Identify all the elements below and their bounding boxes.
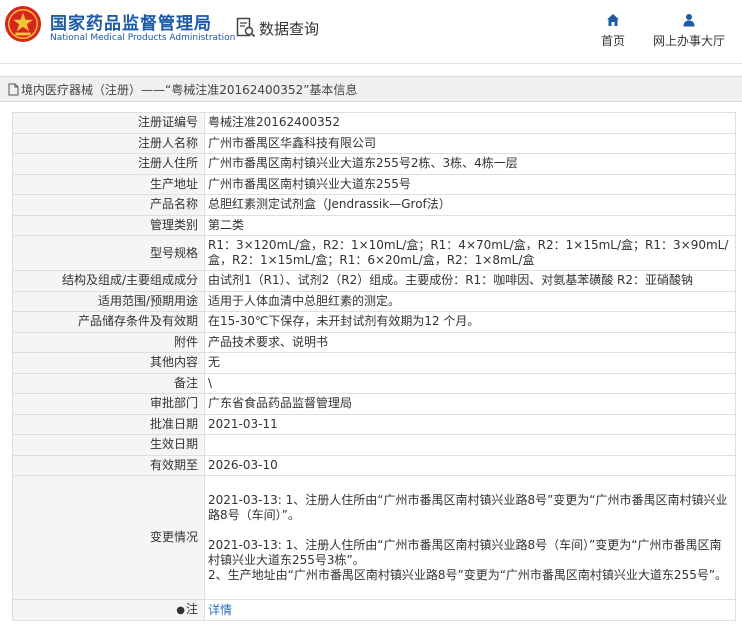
- table-row: 注册人名称 广州市番禺区华鑫科技有限公司: [12, 132, 736, 154]
- row-value: 广州市番禺区华鑫科技有限公司: [204, 132, 736, 154]
- row-value: 广州市番禺区南村镇兴业大道东255号: [204, 173, 736, 195]
- emblem-logo: [4, 5, 42, 43]
- row-label: 附件: [12, 331, 205, 353]
- site-header: 国家药品监督管理局 National Medical Products Admi…: [0, 0, 742, 60]
- nav-home[interactable]: 首页: [597, 13, 629, 49]
- row-label: 产品储存条件及有效期: [12, 311, 205, 333]
- row-label: 管理类别: [12, 214, 205, 236]
- table-row: 注册人住所 广州市番禺区南村镇兴业大道东255号2栋、3栋、4栋一层: [12, 153, 736, 175]
- row-label: 备注: [12, 372, 205, 394]
- row-value: 广东省食品药品监督管理局: [204, 393, 736, 415]
- row-value: 产品技术要求、说明书: [204, 331, 736, 353]
- row-label: 生产地址: [12, 173, 205, 195]
- header-divider: [0, 63, 742, 64]
- row-value: 粤械注准20162400352: [204, 112, 736, 134]
- row-label: 注册证编号: [12, 112, 205, 134]
- table-row: 产品名称 总胆红素测定试剂盒（Jendrassik—Grof法）: [12, 194, 736, 216]
- detail-title: 境内医疗器械（注册）——“粤械注准20162400352”基本信息: [21, 82, 358, 97]
- row-value: 2026-03-10: [204, 454, 736, 476]
- search-document-icon: [236, 17, 256, 38]
- row-value: 总胆红素测定试剂盒（Jendrassik—Grof法）: [204, 194, 736, 216]
- table-row: ●注 详情: [12, 599, 736, 621]
- document-icon: [8, 83, 19, 95]
- table-row: 批准日期 2021-03-11: [12, 413, 736, 435]
- change-history-row: 变更情况 2021-03-13: 1、注册人住所由“广州市番禺区南村镇兴业路8号…: [12, 475, 736, 600]
- table-row: 其他内容无: [12, 352, 736, 374]
- row-value: 2021-03-11: [204, 413, 736, 435]
- data-query-link[interactable]: 数据查询: [236, 16, 319, 40]
- nav-office-label: 网上办事大厅: [652, 34, 725, 48]
- brand-title: 国家药品监督管理局: [50, 14, 212, 34]
- registration-info-table: 注册证编号 粤械注准20162400352 注册人名称 广州市番禺区华鑫科技有限公司…: [12, 112, 736, 621]
- row-label: 产品名称: [12, 194, 205, 216]
- row-label: 变更情况: [12, 475, 205, 600]
- table-row: 型号规格 R1：3×120mL/盒，R2：1×10mL/盒；R1：4×70mL/盒…: [12, 235, 736, 271]
- row-value: 在15-30℃下保存，未开封试剂有效期为12 个月。: [204, 311, 736, 333]
- row-value: R1：3×120mL/盒，R2：1×10mL/盒；R1：4×70mL/盒，R2：…: [204, 235, 736, 271]
- row-label: 批准日期: [12, 413, 205, 435]
- note-value-cell: 详情: [204, 599, 736, 621]
- change-history: 2021-03-13: 1、注册人住所由“广州市番禺区南村镇兴业路8号”变更为“…: [204, 475, 736, 600]
- table-row: 附件 产品技术要求、说明书: [12, 331, 736, 353]
- row-label: 有效期至: [12, 454, 205, 476]
- row-label: 结构及组成/主要组成成分: [12, 270, 205, 292]
- change-entry: 2021-03-13: 1、注册人住所由“广州市番禺区南村镇兴业路8号”变更为“…: [208, 492, 728, 522]
- table-row: 管理类别 第二类: [12, 214, 736, 236]
- home-icon: [607, 14, 619, 26]
- brand-subtitle: National Medical Products Administration: [50, 33, 236, 43]
- change-entry: 2021-03-13: 1、注册人住所由“广州市番禺区南村镇兴业路8号（车间）”…: [208, 537, 728, 582]
- row-label: 生效日期: [12, 434, 205, 456]
- row-value: 广州市番禺区南村镇兴业大道东255号2栋、3栋、4栋一层: [204, 153, 736, 175]
- table-row: 生产地址 广州市番禺区南村镇兴业大道东255号: [12, 173, 736, 195]
- data-query-label: 数据查询: [259, 19, 320, 38]
- row-label: 注册人住所: [12, 153, 205, 175]
- row-label: 其他内容: [12, 352, 205, 374]
- nav-home-label: 首页: [600, 34, 625, 48]
- pin-icon: ●: [176, 605, 185, 616]
- row-label: 适用范围/预期用途: [12, 290, 205, 312]
- row-label: 型号规格: [12, 235, 205, 271]
- row-label: 注册人名称: [12, 132, 205, 154]
- table-row: 审批部门 广东省食品药品监督管理局: [12, 393, 736, 415]
- nav-online-office[interactable]: 网上办事大厅: [648, 13, 730, 49]
- row-value: 无: [204, 352, 736, 374]
- row-value: 由试剂1（R1）、试剂2（R2）组成。主要成份：R1：咖啡因、对氨基苯磺酸 R2…: [204, 270, 736, 292]
- table-row: 生效日期: [12, 434, 736, 456]
- table-row: 有效期至 2026-03-10: [12, 454, 736, 476]
- row-value: 适用于人体血清中总胆红素的测定。: [204, 290, 736, 312]
- row-label: 审批部门: [12, 393, 205, 415]
- note-label-cell: ●注: [12, 599, 205, 621]
- detail-title-bar: 境内医疗器械（注册）——“粤械注准20162400352”基本信息: [0, 76, 742, 102]
- row-value: 第二类: [204, 214, 736, 236]
- row-value: \: [204, 372, 736, 394]
- table-row: 注册证编号 粤械注准20162400352: [12, 112, 736, 134]
- user-icon: [683, 14, 695, 27]
- row-label: 注: [185, 602, 198, 616]
- table-row: 结构及组成/主要组成成分 由试剂1（R1）、试剂2（R2）组成。主要成份：R1：咖…: [12, 270, 736, 292]
- row-value: [204, 434, 736, 456]
- table-row: 适用范围/预期用途 适用于人体血清中总胆红素的测定。: [12, 290, 736, 312]
- table-row: 产品储存条件及有效期 在15-30℃下保存，未开封试剂有效期为12 个月。: [12, 311, 736, 333]
- table-row: 备注 \: [12, 372, 736, 394]
- details-link[interactable]: 详情: [208, 603, 232, 617]
